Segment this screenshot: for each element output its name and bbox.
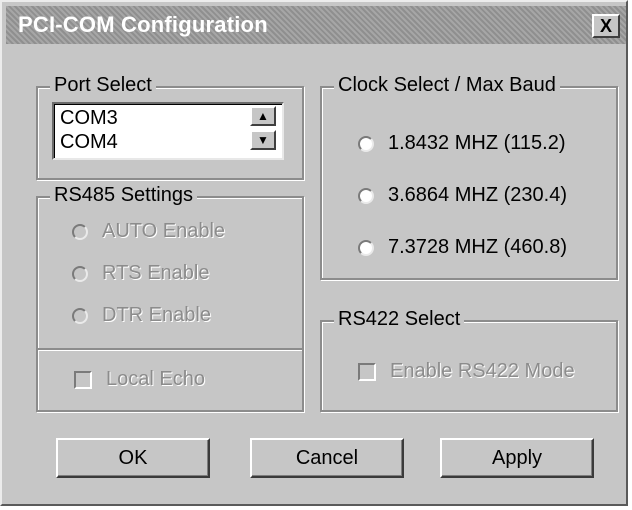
clock-select-legend: Clock Select / Max Baud [334,74,560,97]
local-echo-checkbox[interactable]: Local Echo [74,368,205,391]
divider [38,348,302,350]
enable-rs422-checkbox[interactable]: Enable RS422 Mode [358,360,575,383]
dtr-enable-label: DTR Enable [102,304,211,326]
port-select-legend: Port Select [50,74,156,97]
rts-enable-label: RTS Enable [102,262,210,284]
clock-option-1-label: 1.8432 MHZ (115.2) [388,132,566,154]
clock-option-3[interactable]: 7.3728 MHZ (460.8) [358,236,567,259]
rs422-select-group: RS422 Select Enable RS422 Mode [320,308,618,412]
cancel-button[interactable]: Cancel [250,438,404,478]
window-title: PCI-COM Configuration [18,12,268,37]
close-button[interactable]: X [592,14,620,38]
scroll-up-button[interactable]: ▲ [250,106,276,126]
clock-select-group: Clock Select / Max Baud 1.8432 MHZ (115.… [320,74,618,280]
dtr-enable-radio[interactable]: DTR Enable [72,304,211,327]
radio-icon [72,223,88,240]
radio-icon [358,135,374,152]
ok-button[interactable]: OK [56,438,210,478]
dialog-window: PCI-COM Configuration X Port Select COM3… [0,0,628,506]
arrow-up-icon: ▲ [257,109,269,123]
radio-icon [358,239,374,256]
title-bar[interactable]: PCI-COM Configuration X [6,6,626,44]
clock-option-1[interactable]: 1.8432 MHZ (115.2) [358,132,566,155]
clock-option-2-label: 3.6864 MHZ (230.4) [388,184,567,206]
scroll-down-button[interactable]: ▼ [250,130,276,150]
list-item-com4[interactable]: COM4 [60,131,118,154]
radio-icon [72,307,88,324]
list-item-com3[interactable]: COM3 [60,107,118,130]
apply-button[interactable]: Apply [440,438,594,478]
auto-enable-radio[interactable]: AUTO Enable [72,220,225,243]
clock-option-2[interactable]: 3.6864 MHZ (230.4) [358,184,567,207]
auto-enable-label: AUTO Enable [102,220,226,242]
rs485-settings-group: RS485 Settings AUTO Enable RTS Enable DT… [36,184,304,412]
checkbox-icon [358,362,376,381]
checkbox-icon [74,370,92,389]
arrow-down-icon: ▼ [257,133,269,147]
clock-option-3-label: 7.3728 MHZ (460.8) [388,236,567,258]
port-listbox[interactable]: COM3 COM4 ▲ ▼ [52,102,284,160]
rts-enable-radio[interactable]: RTS Enable [72,262,209,285]
close-icon: X [599,15,612,36]
rs422-legend: RS422 Select [334,308,465,331]
rs485-legend: RS485 Settings [50,184,197,207]
radio-icon [358,187,374,204]
enable-rs422-label: Enable RS422 Mode [390,360,575,382]
radio-icon [72,265,88,282]
local-echo-label: Local Echo [106,368,205,390]
port-select-group: Port Select COM3 COM4 ▲ ▼ [36,74,304,180]
